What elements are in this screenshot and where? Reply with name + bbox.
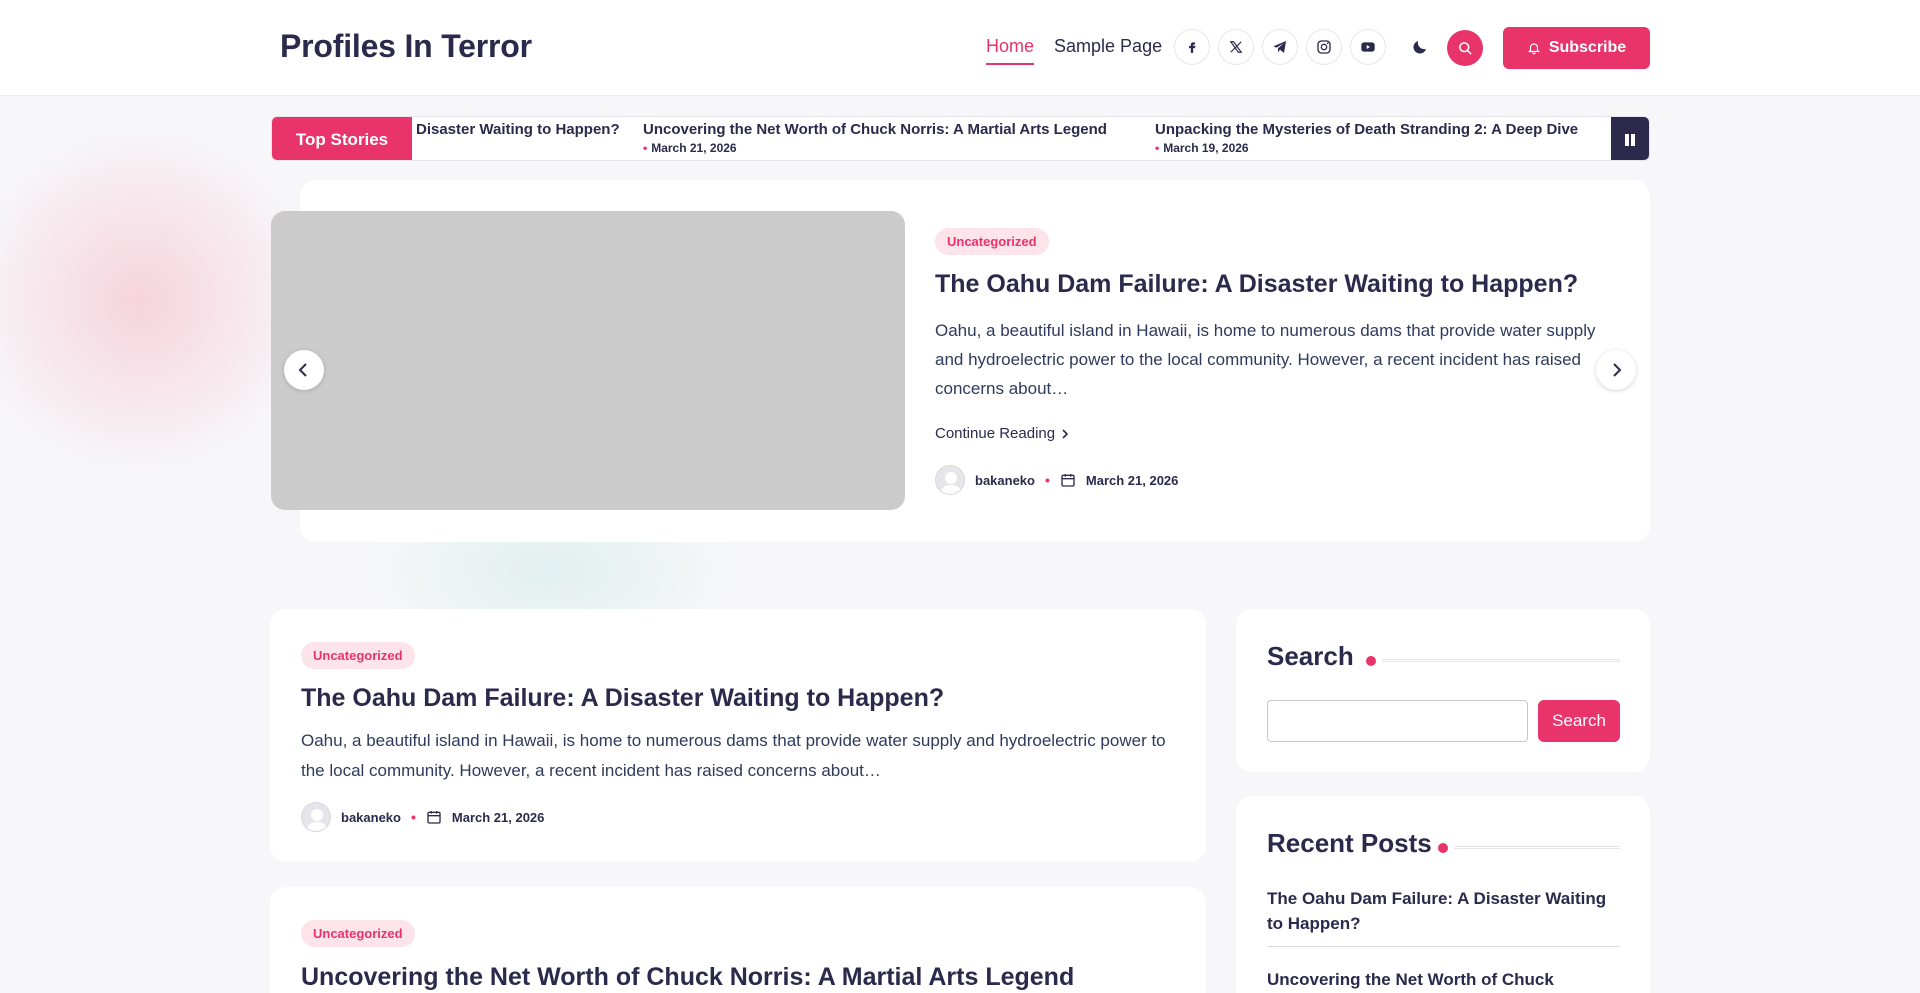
ticker-item-date: March 19, 2026 (1155, 141, 1578, 155)
post-meta: bakaneko • March 21, 2026 (301, 802, 544, 832)
subscribe-label: Subscribe (1548, 39, 1627, 56)
ticker-item-title: Uncovering the Net Worth of Chuck Norris… (643, 121, 1107, 138)
featured-meta: bakaneko • March 21, 2026 (935, 465, 1178, 495)
ticker-item[interactable]: Uncovering the Net Worth of Chuck Norris… (643, 121, 1107, 155)
category-badge[interactable]: Uncategorized (301, 920, 415, 947)
site-title[interactable]: Profiles In Terror (280, 28, 532, 65)
calendar-icon (427, 811, 441, 824)
x-twitter-icon[interactable] (1218, 29, 1254, 65)
recent-post-link[interactable]: Uncovering the Net Worth of Chuck (1267, 967, 1620, 992)
continue-reading-label: Continue Reading (935, 425, 1056, 442)
title-divider (1382, 659, 1620, 662)
title-dot (1366, 656, 1376, 666)
ticker-label: Top Stories (272, 117, 412, 160)
top-stories-ticker: Top Stories Disaster Waiting to Happen? … (271, 116, 1650, 161)
instagram-icon[interactable] (1306, 29, 1342, 65)
post-excerpt: Oahu, a beautiful island in Hawaii, is h… (301, 731, 1166, 780)
pause-icon (1625, 133, 1635, 146)
youtube-icon[interactable] (1350, 29, 1386, 65)
widget-title: Recent Posts (1267, 828, 1432, 858)
separator-dot: • (1044, 472, 1050, 488)
social-links (1174, 29, 1386, 65)
featured-image[interactable] (271, 211, 905, 510)
featured-title[interactable]: The Oahu Dam Failure: A Disaster Waiting… (935, 270, 1635, 299)
header-search-button[interactable] (1447, 30, 1483, 66)
post-card: Uncategorized Uncovering the Net Worth o… (270, 887, 1206, 993)
post-date[interactable]: March 21, 2026 (1086, 473, 1179, 488)
continue-reading-link[interactable]: Continue Reading (935, 425, 1069, 442)
slider-prev-button[interactable] (284, 350, 324, 390)
search-icon (1458, 41, 1472, 55)
avatar[interactable] (935, 465, 965, 495)
ticker-item[interactable]: Disaster Waiting to Happen? (416, 121, 620, 138)
featured-excerpt: Oahu, a beautiful island in Hawaii, is h… (935, 321, 1596, 398)
ticker-item-title: Disaster Waiting to Happen? (416, 121, 620, 138)
ticker-item-date: March 21, 2026 (643, 141, 1107, 155)
recent-posts-widget: Recent Posts The Oahu Dam Failure: A Dis… (1236, 796, 1650, 993)
facebook-icon[interactable] (1174, 29, 1210, 65)
separator-dot: • (410, 809, 416, 825)
search-widget: Search Search (1236, 609, 1650, 772)
subscribe-button[interactable]: Subscribe (1503, 27, 1650, 69)
ticker-item-title: Unpacking the Mysteries of Death Strandi… (1155, 121, 1579, 138)
chevron-left-icon (298, 363, 307, 377)
avatar[interactable] (301, 802, 331, 832)
chevron-right-icon (1062, 428, 1069, 439)
widget-title: Search (1267, 641, 1354, 671)
bell-icon (1527, 43, 1540, 55)
post-date[interactable]: March 21, 2026 (452, 810, 545, 825)
post-card: Uncategorized The Oahu Dam Failure: A Di… (270, 609, 1206, 862)
category-badge[interactable]: Uncategorized (935, 228, 1049, 255)
site-header: Profiles In Terror Home Sample Page Subs… (0, 0, 1920, 96)
title-divider (1454, 846, 1620, 849)
dark-mode-toggle[interactable] (1402, 29, 1438, 65)
moon-icon (1413, 41, 1426, 54)
ticker-track: Disaster Waiting to Happen? Uncovering t… (414, 117, 1609, 160)
ticker-pause-button[interactable] (1611, 117, 1649, 160)
search-submit-button[interactable]: Search (1538, 700, 1620, 742)
post-title[interactable]: Uncovering the Net Worth of Chuck Norris… (301, 963, 1074, 992)
recent-post-link[interactable]: The Oahu Dam Failure: A Disaster Waiting… (1267, 886, 1620, 947)
post-title[interactable]: The Oahu Dam Failure: A Disaster Waiting… (301, 684, 944, 713)
ticker-item[interactable]: Unpacking the Mysteries of Death Strandi… (1155, 121, 1578, 155)
author-name[interactable]: bakaneko (975, 473, 1035, 488)
telegram-icon[interactable] (1262, 29, 1298, 65)
calendar-icon (1061, 474, 1075, 487)
nav-home[interactable]: Home (986, 36, 1035, 65)
category-badge[interactable]: Uncategorized (301, 642, 415, 669)
search-input[interactable] (1267, 700, 1528, 742)
title-dot (1438, 843, 1448, 853)
main-nav: Home Sample Page (986, 36, 1162, 65)
author-name[interactable]: bakaneko (341, 810, 401, 825)
nav-sample-page[interactable]: Sample Page (1054, 36, 1162, 65)
